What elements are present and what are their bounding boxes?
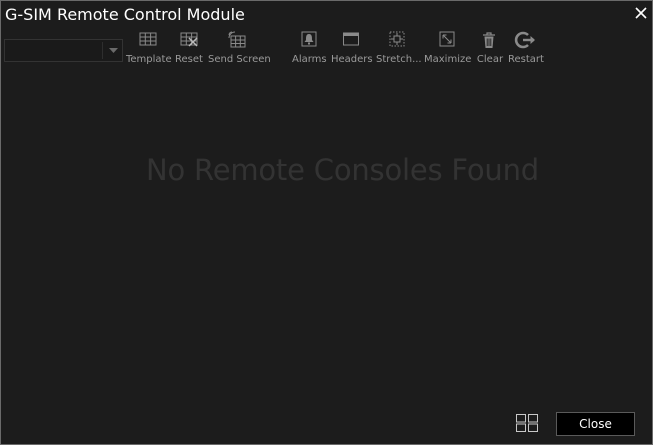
stretch-button[interactable]: Stretch... [376, 29, 422, 69]
window-title: G-SIM Remote Control Module [5, 5, 245, 24]
maximize-label: Maximize [424, 54, 472, 65]
empty-state-message: No Remote Consoles Found [146, 153, 539, 187]
headers-button[interactable]: Headers [331, 29, 373, 69]
restart-icon [514, 31, 535, 49]
console-select[interactable] [4, 39, 123, 62]
trash-icon [483, 32, 495, 48]
template-button[interactable]: Template [126, 29, 172, 69]
send-screen-icon [228, 31, 246, 48]
send-screen-label: Send Screen [208, 54, 271, 65]
combo-divider [102, 42, 103, 59]
title-bar: G-SIM Remote Control Module [1, 1, 652, 29]
close-icon[interactable] [633, 5, 649, 21]
layout-grid-icon[interactable] [516, 414, 538, 432]
remote-control-window: G-SIM Remote Control Module Template Res… [0, 0, 653, 445]
restart-button[interactable]: Restart [508, 29, 544, 69]
reset-button[interactable]: Reset [174, 29, 204, 69]
alarm-bell-icon [301, 31, 317, 47]
stretch-label: Stretch... [376, 54, 422, 65]
reset-label: Reset [175, 54, 203, 65]
clear-button[interactable]: Clear [476, 29, 504, 69]
clear-label: Clear [476, 54, 504, 65]
chevron-down-icon [109, 48, 118, 53]
maximize-icon [439, 31, 455, 47]
close-button[interactable]: Close [556, 412, 635, 436]
headers-label: Headers [331, 54, 373, 65]
stretch-icon [389, 31, 405, 47]
restart-label: Restart [508, 54, 544, 65]
maximize-button[interactable]: Maximize [424, 29, 472, 69]
alarms-button[interactable]: Alarms [292, 29, 327, 69]
toolbar: Template Reset Send Screen Alarms Header… [1, 29, 652, 69]
send-screen-button[interactable]: Send Screen [208, 29, 271, 69]
template-grid-icon [139, 32, 157, 46]
template-label: Template [126, 54, 172, 65]
reset-icon [180, 32, 198, 47]
alarms-label: Alarms [292, 54, 327, 65]
header-window-icon [343, 32, 359, 46]
